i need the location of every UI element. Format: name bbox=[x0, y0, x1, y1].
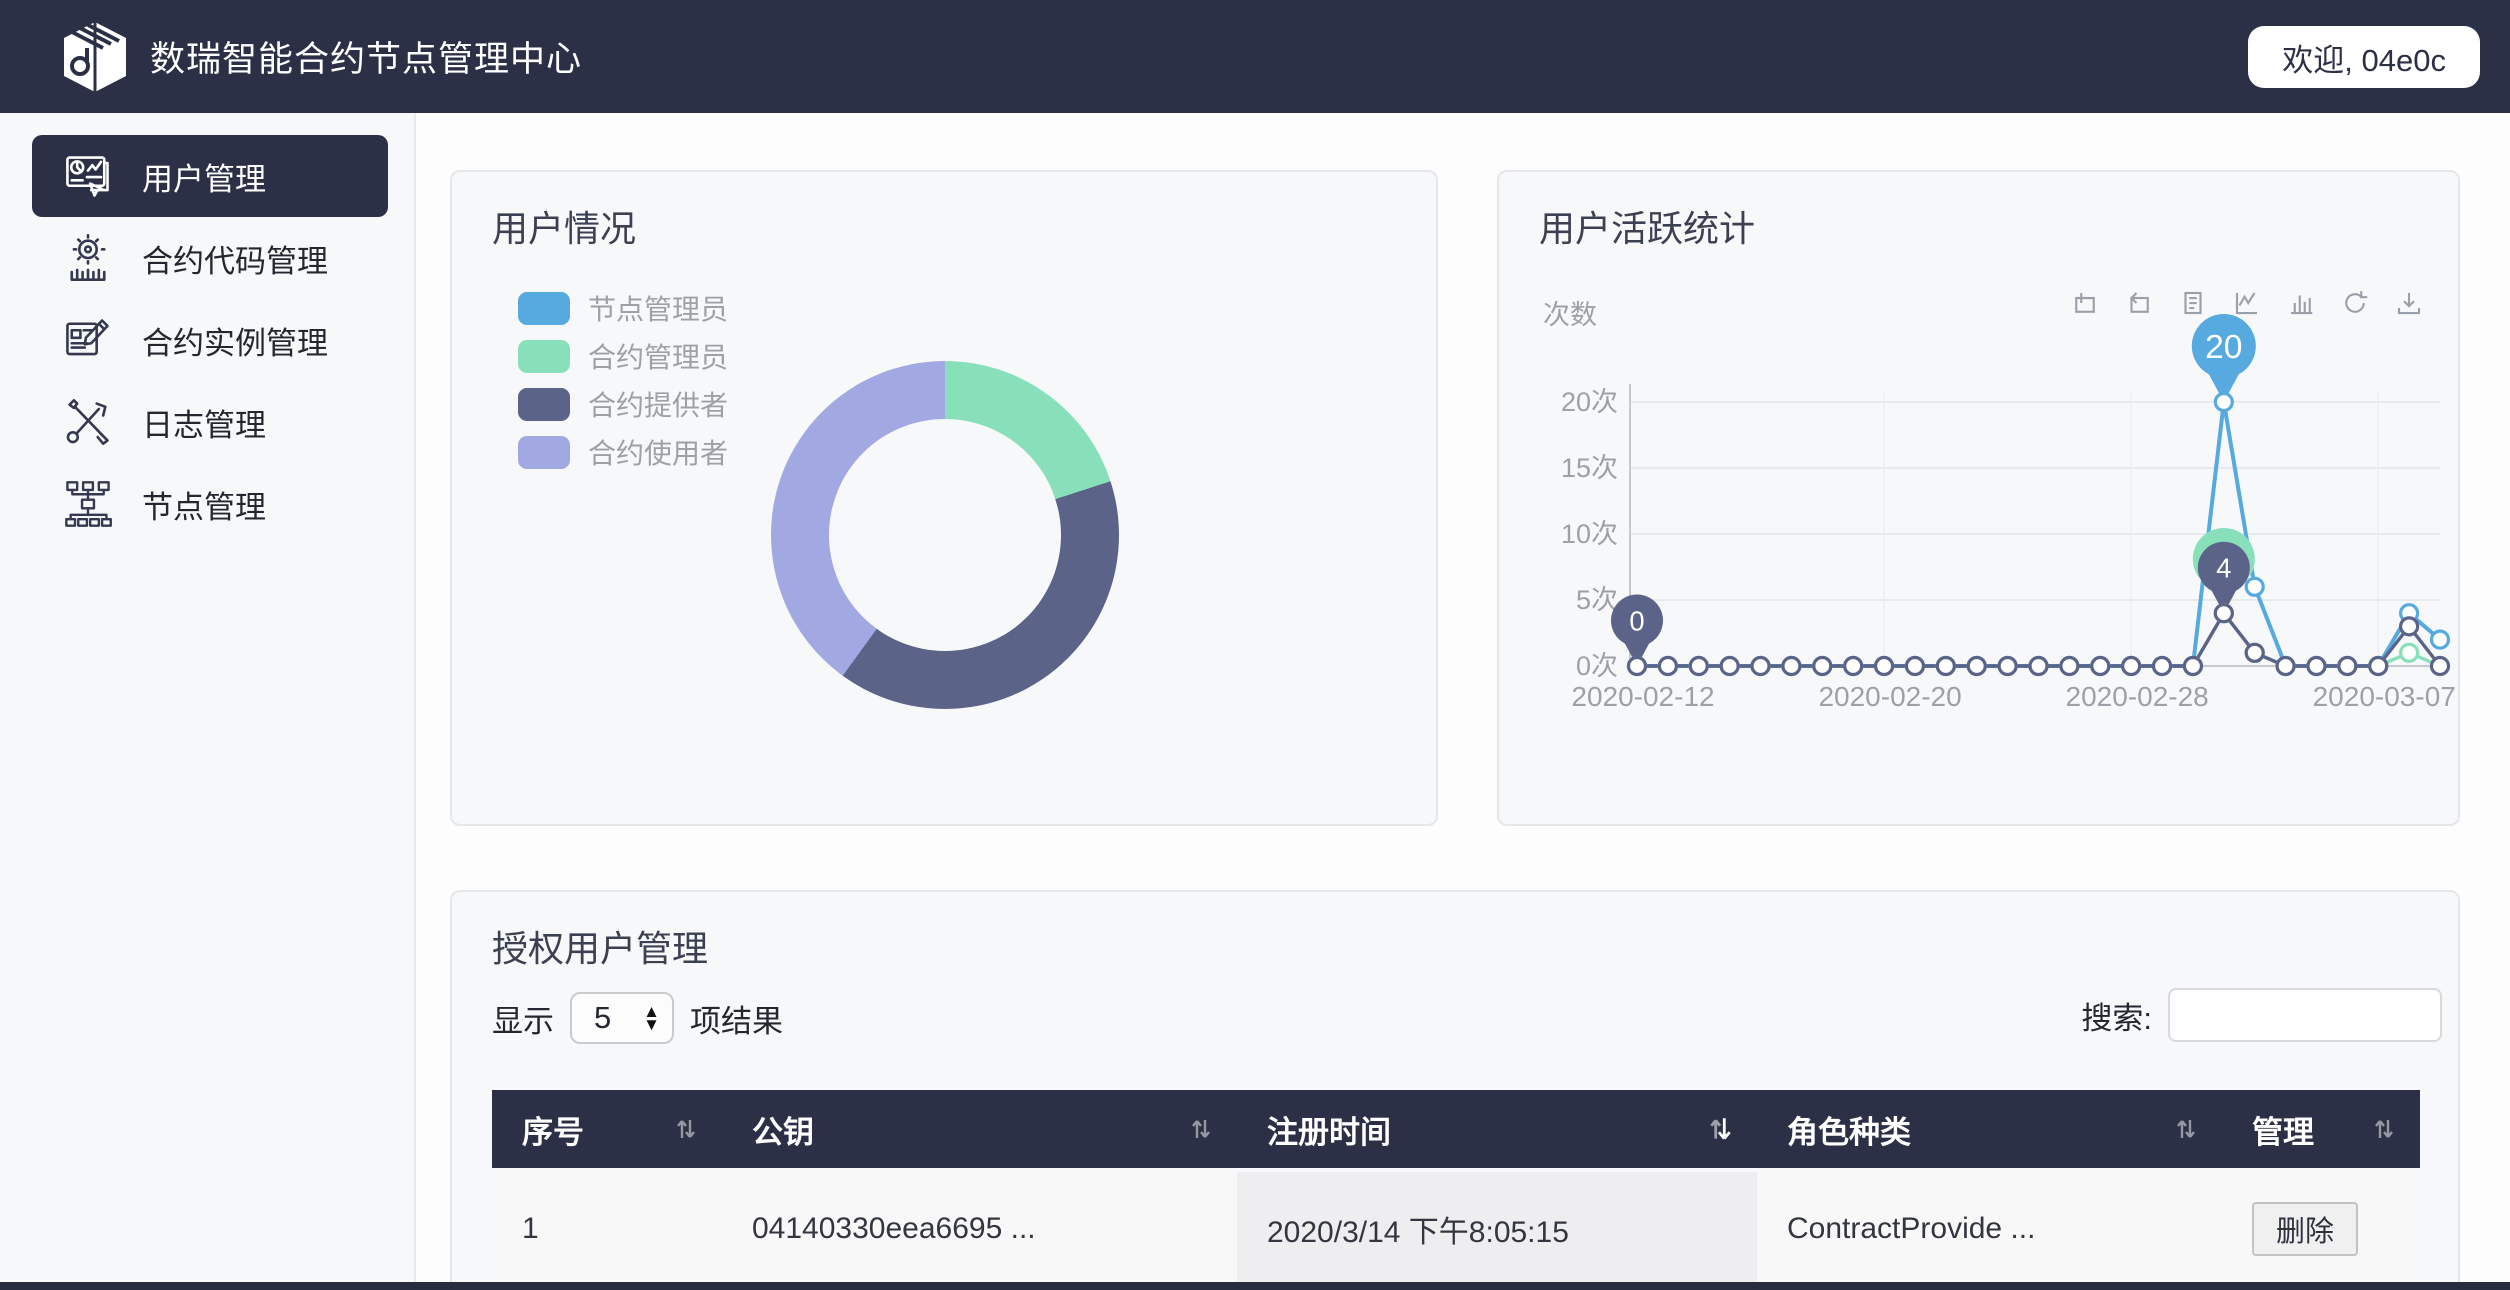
page-size-controls: 显示 5 ▲▼ 项结果 bbox=[492, 992, 783, 1044]
legend-item[interactable]: 合约使用者 bbox=[518, 428, 728, 476]
contract-instance-icon bbox=[62, 314, 114, 366]
legend-label: 节点管理员 bbox=[588, 288, 728, 328]
results-label: 项结果 bbox=[690, 996, 783, 1041]
sidebar-item-label: 用户管理 bbox=[142, 154, 266, 199]
activity-line-chart: 0次 5次 10次 15次 20次 2020-02-12 2020-02-20 2020-02… bbox=[1499, 172, 2462, 828]
sidebar-item-contract-instance[interactable]: 合约实例管理 bbox=[32, 299, 388, 381]
navbar: 数瑞智能合约节点管理中心 欢迎, 04e0c bbox=[0, 0, 2510, 113]
svg-text:20次: 20次 bbox=[1561, 387, 1618, 417]
cell-index: 1 bbox=[492, 1172, 722, 1286]
user-roles-donut-chart bbox=[771, 361, 1119, 709]
legend-label: 合约管理员 bbox=[588, 336, 728, 376]
node-management-icon bbox=[62, 478, 114, 530]
spinner-arrows-icon: ▲▼ bbox=[643, 1005, 660, 1031]
sort-icon bbox=[2372, 1115, 2396, 1143]
legend-item[interactable]: 合约提供者 bbox=[518, 380, 728, 428]
table-header: 序号 公钥 注册时间 角色种类 管理 bbox=[492, 1090, 2420, 1168]
user-management-icon bbox=[62, 150, 114, 202]
svg-text:0: 0 bbox=[1629, 605, 1644, 636]
legend-label: 合约使用者 bbox=[588, 432, 728, 472]
column-label: 角色种类 bbox=[1787, 1107, 1911, 1152]
column-header-manage[interactable]: 管理 bbox=[2222, 1090, 2420, 1168]
log-management-icon bbox=[62, 396, 114, 448]
svg-text:15次: 15次 bbox=[1561, 453, 1618, 483]
svg-text:4: 4 bbox=[2216, 553, 2231, 584]
page-size-select[interactable]: 5 ▲▼ bbox=[570, 992, 674, 1044]
activity-card: 用户活跃统计 0次5次10次15次20次2020-02-122020-02-20… bbox=[1497, 170, 2460, 826]
delete-button[interactable]: 删除 bbox=[2252, 1202, 2358, 1256]
cell-manage: 删除 bbox=[2222, 1172, 2420, 1286]
svg-text:2020-02-12: 2020-02-12 bbox=[1571, 681, 1714, 712]
svg-text:20: 20 bbox=[2205, 329, 2242, 366]
svg-text:0次: 0次 bbox=[1576, 651, 1618, 681]
svg-text:次数: 次数 bbox=[1543, 300, 1597, 330]
sidebar-item-label: 合约代码管理 bbox=[142, 236, 328, 281]
sidebar-item-node-management[interactable]: 节点管理 bbox=[32, 463, 388, 545]
legend-swatch bbox=[518, 292, 570, 325]
authorized-users-card: 授权用户管理 显示 5 ▲▼ 项结果 搜索: 序号 公钥 注册时间 bbox=[450, 890, 2460, 1290]
table-row: 1 04140330eea6695 ... 2020/3/14 下午8:05:1… bbox=[492, 1172, 2420, 1286]
column-header-role[interactable]: 角色种类 bbox=[1757, 1090, 2222, 1168]
table-title: 授权用户管理 bbox=[492, 920, 708, 972]
pie-legend: 节点管理员 合约管理员 合约提供者 合约使用者 bbox=[518, 284, 728, 476]
welcome-user-button[interactable]: 欢迎, 04e0c bbox=[2248, 26, 2480, 88]
user-overview-title: 用户情况 bbox=[492, 200, 636, 252]
search-input[interactable] bbox=[2168, 988, 2442, 1042]
svg-text:5次: 5次 bbox=[1576, 585, 1618, 615]
column-label: 序号 bbox=[522, 1107, 584, 1152]
sort-icon bbox=[2174, 1115, 2198, 1143]
cell-public-key: 04140330eea6695 ... bbox=[722, 1172, 1237, 1286]
contract-code-icon bbox=[62, 232, 114, 284]
sidebar-item-label: 节点管理 bbox=[142, 482, 266, 527]
sidebar-item-label: 合约实例管理 bbox=[142, 318, 328, 363]
column-header-public-key[interactable]: 公钥 bbox=[722, 1090, 1237, 1168]
legend-swatch bbox=[518, 340, 570, 373]
legend-item[interactable]: 合约管理员 bbox=[518, 332, 728, 380]
sort-icon-active bbox=[1707, 1114, 1733, 1144]
show-label: 显示 bbox=[492, 996, 554, 1041]
user-overview-card: 用户情况 节点管理员 合约管理员 合约提供者 合约使用者 bbox=[450, 170, 1438, 826]
cell-role: ContractProvide ... bbox=[1757, 1172, 2222, 1286]
sidebar-item-contract-code[interactable]: 合约代码管理 bbox=[32, 217, 388, 299]
legend-label: 合约提供者 bbox=[588, 384, 728, 424]
donut-hole bbox=[829, 419, 1061, 651]
sort-icon bbox=[1189, 1115, 1213, 1143]
sort-icon bbox=[674, 1115, 698, 1143]
sidebar-item-label: 日志管理 bbox=[142, 400, 266, 445]
bottom-strip bbox=[0, 1282, 2510, 1290]
cell-register-time: 2020/3/14 下午8:05:15 bbox=[1237, 1172, 1757, 1286]
svg-text:2020-02-28: 2020-02-28 bbox=[2066, 681, 2209, 712]
svg-text:10次: 10次 bbox=[1561, 519, 1618, 549]
app-logo-icon bbox=[58, 18, 132, 96]
svg-text:2020-03-07: 2020-03-07 bbox=[2313, 681, 2456, 712]
sidebar-item-user-management[interactable]: 用户管理 bbox=[32, 135, 388, 217]
legend-swatch bbox=[518, 436, 570, 469]
page: 数瑞智能合约节点管理中心 欢迎, 04e0c 用户管理 合约代码管理 bbox=[0, 0, 2510, 1290]
legend-item[interactable]: 节点管理员 bbox=[518, 284, 728, 332]
column-label: 管理 bbox=[2252, 1107, 2314, 1152]
svg-text:2020-02-20: 2020-02-20 bbox=[1818, 681, 1961, 712]
search-controls: 搜索: bbox=[2081, 988, 2442, 1042]
column-header-register-time[interactable]: 注册时间 bbox=[1237, 1090, 1757, 1168]
column-label: 注册时间 bbox=[1267, 1107, 1391, 1152]
legend-swatch bbox=[518, 388, 570, 421]
page-size-value: 5 bbox=[594, 1000, 611, 1036]
search-label: 搜索: bbox=[2081, 993, 2152, 1038]
sidebar-item-log-management[interactable]: 日志管理 bbox=[32, 381, 388, 463]
sidebar: 用户管理 合约代码管理 合约实例管理 bbox=[0, 113, 416, 1290]
column-label: 公钥 bbox=[752, 1107, 814, 1152]
app-title: 数瑞智能合约节点管理中心 bbox=[150, 31, 582, 82]
column-header-index[interactable]: 序号 bbox=[492, 1090, 722, 1168]
